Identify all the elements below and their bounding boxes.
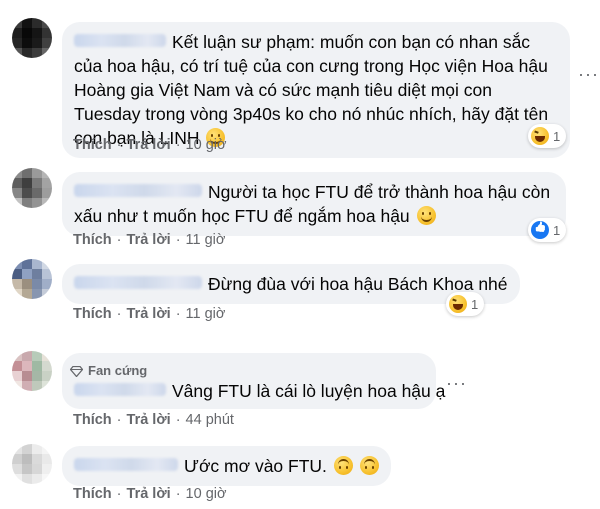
comment-bubble: Fan cứng Vâng FTU là cái lò luyện hoa hậ… — [62, 353, 445, 409]
reaction-summary[interactable]: 1 — [528, 124, 567, 148]
like-icon — [531, 221, 549, 239]
timestamp[interactable]: 11 giờ — [186, 306, 226, 322]
reaction-count: 1 — [553, 128, 561, 144]
comment-text: Ước mơ vào FTU. — [184, 456, 327, 476]
author-name[interactable] — [74, 276, 202, 289]
reply-button[interactable]: Trả lời — [127, 412, 171, 428]
comment-2: Người ta học FTU để trở thành hoa hậu cò… — [0, 160, 600, 255]
comment-text: Đừng đùa với hoa hậu Bách Khoa nhé — [208, 274, 508, 294]
like-button[interactable]: Thích — [73, 232, 112, 248]
like-button[interactable]: Thích — [73, 486, 112, 502]
comment-text: Kết luận sư phạm: muốn con bạn có nhan s… — [74, 32, 549, 148]
timestamp[interactable]: 10 giờ — [186, 137, 227, 153]
comment-actions: Thích · Trả lời · 11 giờ — [73, 232, 226, 248]
smile-emoji-icon — [416, 206, 436, 225]
like-button[interactable]: Thích — [73, 412, 112, 428]
timestamp[interactable]: 44 phút — [186, 412, 234, 428]
haha-icon — [531, 127, 549, 145]
comment-4: Fan cứng Vâng FTU là cái lò luyện hoa hậ… — [0, 345, 600, 435]
more-options-icon[interactable]: ··· — [578, 64, 599, 85]
reply-button[interactable]: Trả lời — [127, 306, 171, 322]
comment-actions: Thích · Trả lời · 10 giờ — [73, 486, 227, 502]
avatar[interactable] — [12, 168, 52, 208]
like-button[interactable]: Thích — [73, 137, 112, 153]
reaction-count: 1 — [471, 296, 479, 312]
more-options-icon[interactable]: ··· — [446, 373, 467, 394]
comment-3: Đừng đùa với hoa hậu Bách Khoa nhé 1 Thí… — [0, 255, 600, 335]
reply-button[interactable]: Trả lời — [127, 232, 171, 248]
comment-bubble: Người ta học FTU để trở thành hoa hậu cò… — [62, 172, 566, 236]
haha-icon — [449, 295, 467, 313]
avatar[interactable] — [12, 18, 52, 58]
reply-button[interactable]: Trả lời — [127, 486, 171, 502]
reaction-summary[interactable]: 1 — [446, 292, 485, 316]
author-name[interactable] — [74, 184, 202, 197]
upside-down-face-icon — [359, 456, 379, 475]
reaction-summary[interactable]: 1 — [528, 218, 567, 242]
comment-actions: Thích · Trả lời · 44 phút — [73, 412, 234, 428]
comment-bubble: Ước mơ vào FTU. — [62, 446, 391, 486]
comment-text: Vâng FTU là cái lò luyện hoa hậu ạ — [172, 381, 446, 401]
timestamp[interactable]: 10 giờ — [186, 486, 227, 502]
reply-button[interactable]: Trả lời — [127, 137, 171, 153]
comment-1: Kết luận sư phạm: muốn con bạn có nhan s… — [0, 0, 600, 160]
upside-down-face-icon — [333, 456, 353, 475]
author-name[interactable] — [74, 383, 166, 396]
comment-5: Ước mơ vào FTU. Thích · Trả lời · 10 giờ — [0, 438, 600, 509]
avatar[interactable] — [12, 444, 52, 484]
avatar[interactable] — [12, 259, 52, 299]
author-name[interactable] — [74, 458, 178, 471]
author-name[interactable] — [74, 34, 166, 47]
like-button[interactable]: Thích — [73, 306, 112, 322]
comment-actions: Thích · Trả lời · 10 giờ — [73, 137, 227, 153]
reaction-count: 1 — [553, 222, 561, 238]
avatar[interactable] — [12, 351, 52, 391]
comment-actions: Thích · Trả lời · 11 giờ — [73, 306, 226, 322]
diamond-icon — [70, 365, 83, 377]
timestamp[interactable]: 11 giờ — [186, 232, 226, 248]
